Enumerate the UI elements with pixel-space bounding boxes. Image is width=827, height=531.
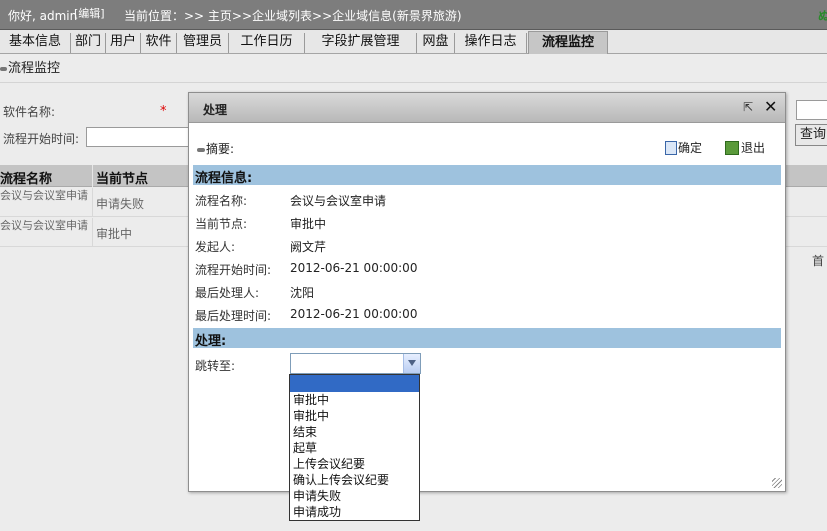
confirm-label: 确定: [678, 141, 703, 155]
info-section-title: 流程信息:: [195, 171, 253, 186]
confirm-button[interactable]: 确定: [665, 139, 702, 156]
save-icon: [665, 141, 677, 155]
col-process-name: 流程名称: [0, 172, 53, 187]
row-current-node: 申请失败: [96, 197, 145, 211]
dropdown-option[interactable]: 结束: [293, 424, 317, 440]
jump-to-select[interactable]: [290, 353, 421, 374]
tab-operation-log[interactable]: 操作日志: [455, 33, 527, 53]
close-icon[interactable]: ✕: [764, 97, 777, 116]
query-button[interactable]: 查询: [795, 124, 827, 146]
dropdown-option[interactable]: 确认上传会议纪要: [293, 472, 389, 488]
info-label: 流程开始时间:: [195, 263, 272, 277]
col-current-node: 当前节点: [96, 172, 149, 187]
info-value-last-handler: 沈阳: [290, 286, 315, 300]
jump-to-label: 跳转至:: [195, 359, 236, 373]
tab-department[interactable]: 部门: [71, 33, 106, 53]
tab-software[interactable]: 软件: [141, 33, 177, 53]
exit-label: 退出: [741, 141, 766, 155]
exit-icon: [725, 141, 739, 155]
start-time-label: 流程开始时间:: [3, 132, 80, 146]
dropdown-option[interactable]: 申请失败: [293, 488, 341, 504]
top-header: 你好, admin [编辑] 当前位置：>> 主页>>企业域列表>>企业域信息(…: [0, 0, 827, 30]
info-value-process-name: 会议与会议室申请: [290, 194, 387, 208]
dropdown-option[interactable]: 起草: [293, 440, 317, 456]
dropdown-option-highlighted[interactable]: [290, 375, 419, 392]
info-label: 当前节点:: [195, 217, 248, 231]
dropdown-option[interactable]: 上传会议纪要: [293, 456, 365, 472]
summary-label: 摘要:: [206, 142, 235, 156]
info-label: 最后处理人:: [195, 286, 260, 300]
end-time-input[interactable]: [796, 100, 827, 120]
tab-work-calendar[interactable]: 工作日历: [229, 33, 305, 53]
tab-bar: 基本信息 部门 用户 软件 管理员 工作日历 字段扩展管理 网盘 操作日志 流程…: [0, 30, 827, 54]
info-value-initiator: 阙文芹: [290, 240, 327, 254]
row-current-node: 审批中: [96, 227, 133, 241]
dropdown-option[interactable]: 审批中: [293, 392, 329, 408]
row-process-name: 会议与会议室申请: [0, 219, 88, 232]
info-label: 最后处理时间:: [195, 309, 272, 323]
divider: [0, 82, 827, 83]
bullet-icon: [197, 147, 205, 152]
page-title: 流程监控: [0, 57, 60, 76]
page-title-text: 流程监控: [8, 61, 61, 76]
jump-to-dropdown-list: 审批中 审批中 结束 起草 上传会议纪要 确认上传会议纪要 申请失败 申请成功: [289, 374, 420, 521]
info-value-last-time: 2012-06-21 00:00:00: [290, 307, 418, 321]
tab-field-extension[interactable]: 字段扩展管理: [305, 33, 417, 53]
dialog-title: 处理: [203, 103, 228, 117]
resize-handle-icon[interactable]: [772, 478, 782, 488]
info-value-current-node: 审批中: [290, 217, 327, 231]
chevron-down-icon[interactable]: [403, 354, 420, 373]
start-time-input[interactable]: [86, 127, 190, 147]
dropdown-option[interactable]: 申请成功: [293, 504, 341, 520]
tab-netdisk[interactable]: 网盘: [417, 33, 455, 53]
process-section-header: 处理:: [193, 328, 781, 349]
pager-first-link[interactable]: 首: [812, 252, 824, 269]
software-name-label: 软件名称:: [3, 105, 56, 119]
info-label: 发起人:: [195, 240, 236, 254]
process-dialog: 处理 ⇱ ✕ 摘要: 确定 退出 流程信息: 流程名称: 会议与会议室申请 当前…: [188, 92, 786, 492]
tab-process-monitor[interactable]: 流程监控: [528, 31, 608, 54]
user-greeting: 你好, admin: [8, 9, 78, 23]
dialog-titlebar[interactable]: 处理 ⇱ ✕: [189, 93, 785, 123]
app-window: 你好, admin [编辑] 当前位置：>> 主页>>企业域列表>>企业域信息(…: [0, 0, 827, 531]
required-mark: *: [160, 104, 167, 119]
exit-button[interactable]: 退出: [725, 139, 765, 156]
info-section-header: 流程信息:: [193, 165, 781, 186]
breadcrumb: 当前位置：>> 主页>>企业域列表>>企业域信息(新景界旅游): [124, 9, 462, 23]
tab-basic-info[interactable]: 基本信息: [0, 33, 71, 53]
tab-users[interactable]: 用户: [106, 33, 141, 53]
tab-admins[interactable]: 管理员: [177, 33, 229, 53]
info-value-start-time: 2012-06-21 00:00:00: [290, 261, 418, 275]
popout-icon[interactable]: ⇱: [743, 100, 753, 114]
info-label: 流程名称:: [195, 194, 248, 208]
process-section-title: 处理:: [195, 334, 227, 349]
row-process-name: 会议与会议室申请: [0, 189, 88, 202]
summary-row: 摘要:: [197, 140, 234, 157]
corner-icon: ぬ: [818, 9, 827, 23]
dropdown-option[interactable]: 审批中: [293, 408, 329, 424]
edit-profile-link[interactable]: [编辑]: [74, 5, 105, 21]
bullet-icon: [0, 66, 7, 71]
